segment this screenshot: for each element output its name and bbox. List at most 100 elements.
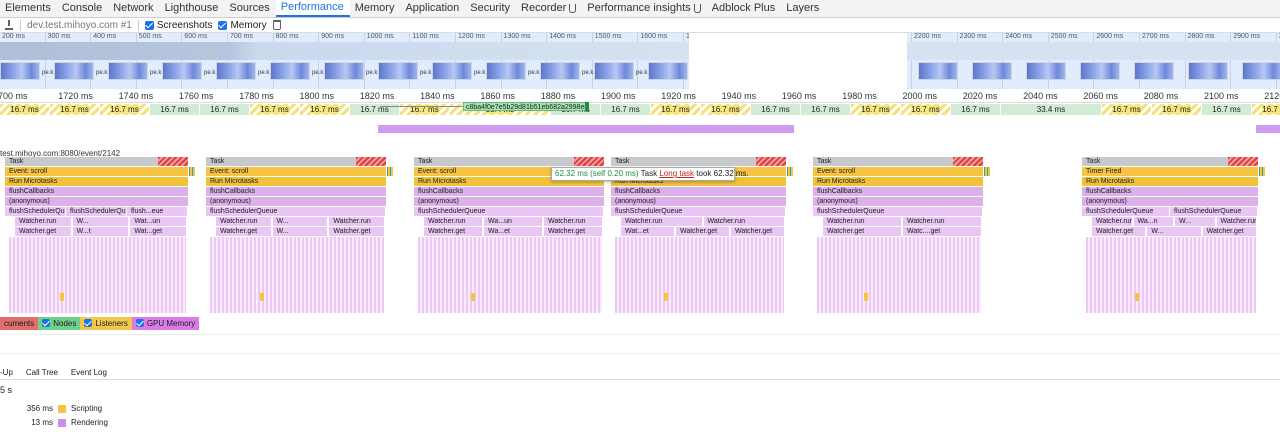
frame[interactable]: 16.7 ms [951,104,1000,115]
frame[interactable]: 16.7 ms [601,104,650,115]
microtasks-bar[interactable]: Run Microtasks [813,177,983,186]
counter-toggle-gpu-memory[interactable]: GPU Memory [131,316,200,330]
frame[interactable]: 16.7 ms [50,104,99,115]
event-bar[interactable]: Event: scroll [5,167,188,176]
watcher-run-bar[interactable]: Watcher.run [544,217,602,226]
event-bar[interactable]: Event: scroll [206,167,386,176]
flush-callbacks-bar[interactable]: flushCallbacks [813,187,983,196]
scheduler-queue-bar[interactable]: flush...eue [127,207,187,216]
scheduler-queue-bar[interactable]: flushSchedulerQueue [813,207,982,216]
watcher-get-bar[interactable]: W... [1147,227,1201,236]
watcher-get-bar[interactable]: Watcher.get [15,227,71,236]
checkbox-icon[interactable] [135,319,144,327]
frame[interactable]: 16.7 ms [851,104,900,115]
watcher-run-bar[interactable]: Watcher.run [424,217,482,226]
counter-toggle-cuments[interactable]: cuments [0,316,39,330]
counter-toggle-listeners[interactable]: Listeners [80,316,132,330]
tab-memory[interactable]: Memory [350,0,401,17]
watcher-run-bar[interactable]: Wa...un [484,217,542,226]
watcher-run-bar[interactable]: Watcher.run [15,217,71,226]
tab-layers[interactable]: Layers [781,0,825,17]
frame[interactable]: 16.7 ms [150,104,199,115]
frame[interactable]: 16.7 ms [1202,104,1251,115]
frame[interactable]: 16.7 ms [701,104,750,115]
watcher-run-bar[interactable]: Watcher.run [1092,217,1132,226]
checkbox-icon[interactable] [42,319,51,327]
watcher-run-bar[interactable]: W... [272,217,328,226]
anonymous-bar[interactable]: (anonymous) [5,197,188,206]
watcher-run-bar[interactable]: Watcher.run [823,217,901,226]
watcher-run-bar[interactable]: Wa...n [1133,217,1173,226]
watcher-run-bar[interactable]: Watcher.run [216,217,271,226]
tab-console[interactable]: Console [57,0,108,17]
watcher-run-bar[interactable]: W... [1175,217,1215,226]
trash-icon[interactable] [272,20,281,30]
tab-sources[interactable]: Sources [224,0,275,17]
tab-lighthouse[interactable]: Lighthouse [160,0,225,17]
tab-adblock-plus[interactable]: Adblock Plus [707,0,782,17]
anonymous-bar[interactable]: (anonymous) [611,197,786,206]
frame[interactable]: 16.7 ms [651,104,700,115]
scheduler-queue-bar[interactable]: flushSchedulerQueue [66,207,126,216]
scheduler-queue-bar[interactable]: flushSchedulerQueue [5,207,65,216]
details-tab[interactable]: -Up [0,368,13,377]
watcher-get-bar[interactable]: Watcher.get [544,227,602,236]
watcher-run-bar[interactable]: Wat...un [130,217,186,226]
frame[interactable]: 16.7 ms [100,104,149,115]
flush-callbacks-bar[interactable]: flushCallbacks [1082,187,1258,196]
watcher-get-bar[interactable]: W... [272,227,328,236]
long-task-link[interactable]: Long task [659,169,694,178]
scheduler-queue-bar[interactable]: flushSchedulerQueue [414,207,603,216]
details-tab[interactable]: Call Tree [26,368,58,377]
microtasks-bar[interactable]: Run Microtasks [1082,177,1258,186]
frame[interactable]: 16.7 ms [1252,104,1280,115]
tab-elements[interactable]: Elements [0,0,57,17]
watcher-run-bar[interactable]: Watcher.run [903,217,981,226]
watcher-get-bar[interactable]: Watcher.get [424,227,482,236]
watcher-get-bar[interactable]: W...t [72,227,129,236]
watcher-get-bar[interactable]: Watcher.get [1202,227,1256,236]
checkbox-icon[interactable] [84,319,93,327]
event-bar[interactable]: Timer Fired [1082,167,1258,176]
frame[interactable]: 16.7 ms [751,104,800,115]
recording-select[interactable]: dev.test.mihoyo.com #1 [27,20,132,31]
scheduler-queue-bar[interactable]: flushSchedulerQueue [1170,207,1257,216]
tab-application[interactable]: Application [400,0,465,17]
watcher-get-bar[interactable]: Watc....get [903,227,981,236]
watcher-run-bar[interactable]: Watcher.run [329,217,384,226]
frame[interactable]: 16.7 ms [0,104,49,115]
watcher-get-bar[interactable]: Watcher.get [216,227,271,236]
flush-callbacks-bar[interactable]: flushCallbacks [414,187,604,196]
watcher-run-bar[interactable]: W... [72,217,129,226]
screenshots-toggle[interactable]: Screenshots [144,20,212,31]
flush-callbacks-bar[interactable]: flushCallbacks [611,187,786,196]
frame[interactable]: 16.7 ms [801,104,850,115]
microtasks-bar[interactable]: Run Microtasks [206,177,386,186]
watcher-get-bar[interactable]: Watcher.get [731,227,784,236]
watcher-get-bar[interactable]: Watcher.get [823,227,901,236]
tab-network[interactable]: Network [108,0,159,17]
scheduler-queue-bar[interactable]: flushSchedulerQueue [206,207,385,216]
watcher-get-bar[interactable]: Watcher.get [329,227,384,236]
watcher-run-bar[interactable]: Watcher.run [621,217,702,226]
counter-toggle-nodes[interactable]: Nodes [38,316,81,330]
watcher-get-bar[interactable]: Wa...et [484,227,542,236]
frame[interactable]: 16.7 ms [901,104,950,115]
frame[interactable]: 16.7 ms [1102,104,1151,115]
anonymous-bar[interactable]: (anonymous) [414,197,604,206]
details-tab[interactable]: Event Log [71,368,107,377]
tab-performance[interactable]: Performance [275,0,350,17]
anonymous-bar[interactable]: (anonymous) [813,197,983,206]
watcher-get-bar[interactable]: Watcher.get [676,227,729,236]
flush-callbacks-bar[interactable]: flushCallbacks [5,187,188,196]
tab-security[interactable]: Security [465,0,516,17]
raster-bar[interactable] [378,125,794,133]
overview-selection-window[interactable] [689,33,907,89]
watcher-get-bar[interactable]: Wat...et [621,227,674,236]
frame[interactable]: 16.7 ms [200,104,249,115]
frame[interactable]: 16.7 ms [300,104,349,115]
checkbox-icon[interactable] [218,20,228,30]
memory-toggle[interactable]: Memory [218,20,267,31]
frame[interactable]: 33.4 ms [1001,104,1101,115]
flush-callbacks-bar[interactable]: flushCallbacks [206,187,386,196]
